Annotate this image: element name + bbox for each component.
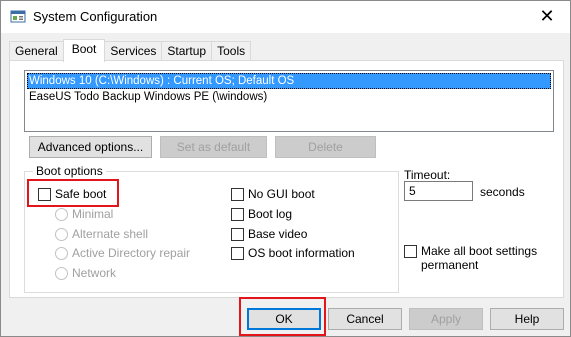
- tab-services[interactable]: Services: [104, 41, 163, 62]
- timeout-unit: seconds: [480, 185, 525, 199]
- timeout-label: Timeout:: [404, 168, 451, 182]
- alternate-shell-label: Alternate shell: [72, 227, 149, 241]
- os-list[interactable]: Windows 10 (C:\Windows) : Current OS; De…: [24, 70, 554, 132]
- alternate-shell-radio[interactable]: Alternate shell: [55, 227, 148, 241]
- boot-options-label: Boot options: [33, 164, 106, 178]
- make-permanent-line1: Make all boot settings: [421, 244, 538, 258]
- radio-circle: [55, 207, 68, 221]
- make-permanent-checkbox[interactable]: Make all boot settings permanent: [404, 244, 537, 272]
- tab-strip: General Boot Services Startup Tools: [9, 39, 252, 62]
- radio-circle: [55, 266, 68, 280]
- checkbox-box: [231, 227, 244, 241]
- window-title: System Configuration: [33, 9, 158, 24]
- close-button[interactable]: ✕: [524, 1, 570, 32]
- checkbox-box: [231, 187, 244, 201]
- network-radio[interactable]: Network: [55, 266, 116, 280]
- no-gui-boot-checkbox[interactable]: No GUI boot: [231, 187, 315, 201]
- system-configuration-window: System Configuration ✕ General Boot Serv…: [0, 0, 571, 337]
- msconfig-icon: [10, 10, 26, 23]
- minimal-radio[interactable]: Minimal: [55, 207, 113, 221]
- active-directory-repair-radio[interactable]: Active Directory repair: [55, 246, 190, 260]
- tab-tools[interactable]: Tools: [211, 41, 252, 62]
- title-bar: System Configuration ✕: [1, 1, 570, 33]
- delete-button[interactable]: Delete: [275, 136, 376, 158]
- close-icon: ✕: [539, 6, 555, 26]
- ok-button-highlight-box: [239, 297, 326, 336]
- radio-circle: [55, 246, 68, 260]
- set-as-default-button[interactable]: Set as default: [160, 136, 267, 158]
- make-permanent-label: Make all boot settings permanent: [421, 244, 537, 272]
- os-boot-information-label: OS boot information: [248, 246, 355, 260]
- apply-button[interactable]: Apply: [409, 308, 483, 330]
- tab-general[interactable]: General: [9, 41, 64, 62]
- os-list-item[interactable]: EaseUS Todo Backup Windows PE (\windows): [27, 89, 551, 105]
- os-list-item[interactable]: Windows 10 (C:\Windows) : Current OS; De…: [27, 73, 551, 89]
- safe-boot-highlight-box: [27, 179, 119, 207]
- base-video-label: Base video: [248, 227, 308, 241]
- tab-boot[interactable]: Boot: [62, 39, 106, 62]
- help-button[interactable]: Help: [490, 308, 564, 330]
- no-gui-boot-label: No GUI boot: [248, 187, 315, 201]
- cancel-button[interactable]: Cancel: [328, 308, 402, 330]
- tab-startup[interactable]: Startup: [161, 41, 213, 62]
- checkbox-box: [231, 207, 244, 221]
- timeout-input[interactable]: [404, 181, 473, 201]
- checkbox-box: [231, 246, 244, 260]
- network-label: Network: [72, 266, 117, 280]
- checkbox-box: [404, 245, 417, 258]
- boot-log-label: Boot log: [248, 207, 293, 221]
- advanced-options-button[interactable]: Advanced options...: [29, 136, 152, 158]
- base-video-checkbox[interactable]: Base video: [231, 227, 307, 241]
- os-boot-information-checkbox[interactable]: OS boot information: [231, 246, 355, 260]
- active-directory-repair-label: Active Directory repair: [72, 246, 191, 260]
- minimal-label: Minimal: [72, 207, 114, 221]
- boot-log-checkbox[interactable]: Boot log: [231, 207, 292, 221]
- make-permanent-line2: permanent: [421, 258, 479, 272]
- radio-circle: [55, 227, 68, 241]
